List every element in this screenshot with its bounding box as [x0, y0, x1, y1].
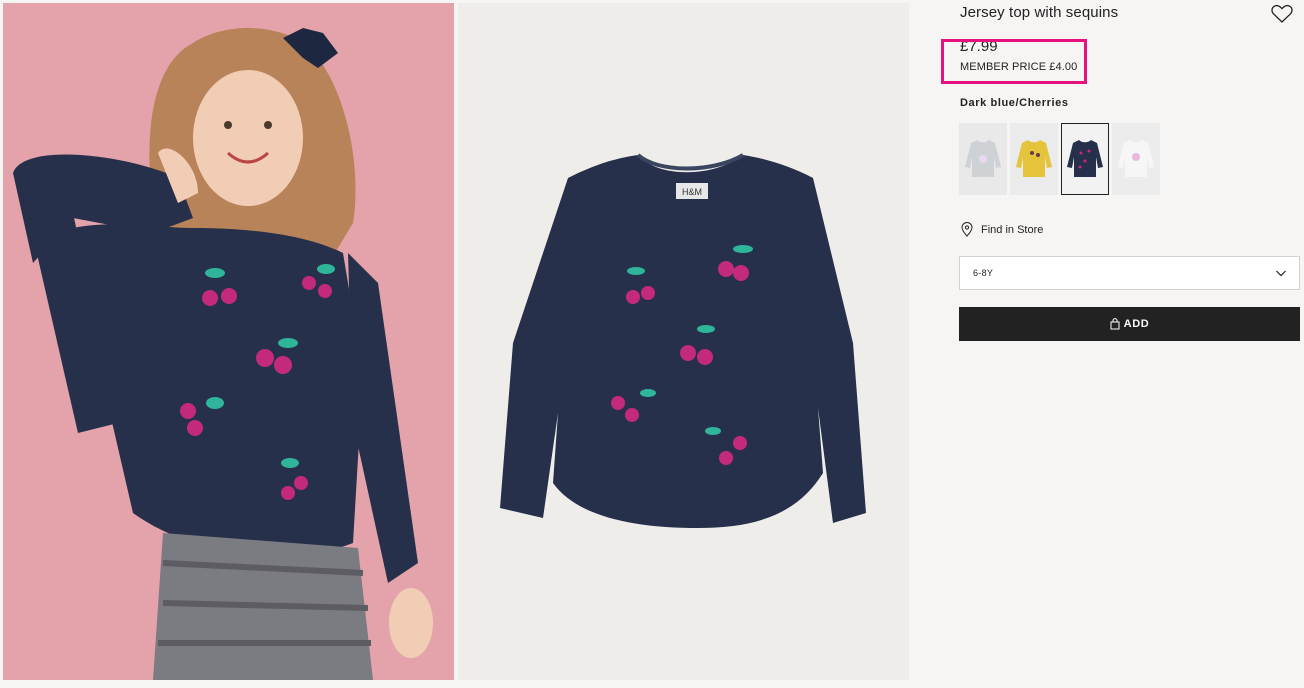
- shopping-bag-icon: [1110, 318, 1120, 330]
- heart-icon[interactable]: [1271, 4, 1293, 24]
- highlight-box: [941, 39, 1087, 84]
- add-button-label: ADD: [1123, 318, 1150, 330]
- model-illustration: [3, 3, 454, 680]
- product-image-model[interactable]: [3, 3, 454, 680]
- location-pin-icon: [961, 222, 973, 237]
- size-select[interactable]: 6-8Y: [959, 256, 1300, 290]
- color-swatches: [959, 123, 1160, 195]
- swatch-dark-blue-cherries[interactable]: [1061, 123, 1109, 195]
- swatch-shirt-icon: [1118, 140, 1154, 177]
- swatch-shirt-icon: [965, 140, 1001, 177]
- brand-label: H&M: [682, 187, 702, 197]
- product-image-flat[interactable]: H&M: [458, 3, 909, 680]
- selected-color-name: Dark blue/Cherries: [960, 97, 1069, 109]
- add-to-bag-button[interactable]: ADD: [959, 307, 1300, 341]
- swatch-white[interactable]: [1112, 123, 1160, 195]
- chevron-down-icon: [1276, 270, 1286, 277]
- swatch-grey-unicorn[interactable]: [959, 123, 1007, 195]
- swatch-shirt-icon: [1067, 140, 1103, 177]
- shirt-illustration: H&M: [458, 3, 909, 680]
- swatch-shirt-icon: [1016, 140, 1052, 177]
- find-in-store-link[interactable]: Find in Store: [961, 222, 1043, 237]
- find-in-store-label: Find in Store: [981, 223, 1044, 236]
- swatch-yellow[interactable]: [1010, 123, 1058, 195]
- size-value: 6-8Y: [973, 268, 994, 278]
- product-title: Jersey top with sequins: [960, 4, 1119, 21]
- product-details: Jersey top with sequins £7.99 MEMBER PRI…: [941, 0, 1301, 688]
